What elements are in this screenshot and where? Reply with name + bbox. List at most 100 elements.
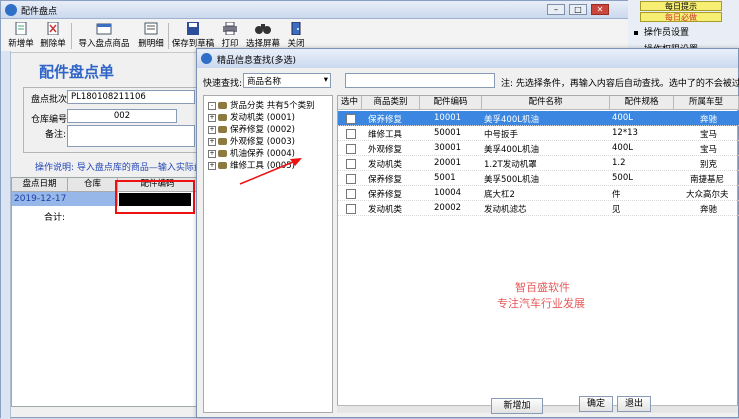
print-icon — [223, 22, 237, 35]
table-row[interactable]: 维修工具 50001 中号扳手 12*13 宝马 — [338, 126, 739, 141]
save-icon — [187, 22, 199, 35]
cell-spec: 500L — [612, 173, 633, 183]
howto-text: 操作说明: 导入盘点库的商品—输入实际盘 — [35, 163, 203, 173]
toolbar-select-screen-button[interactable]: 选择屏幕 — [245, 21, 281, 51]
row-checkbox[interactable] — [346, 144, 356, 154]
col-header-spec[interactable]: 配件规格 — [610, 96, 674, 110]
cell-spec: 件 — [612, 190, 621, 200]
cell-code: 30001 — [434, 143, 462, 153]
cell-car: 大众高尔夫 — [686, 190, 729, 200]
cell-spec: 见 — [612, 205, 621, 215]
bullet-icon — [634, 30, 638, 35]
toolbar-close-button[interactable]: 关闭 — [285, 21, 307, 51]
tree-item[interactable]: + 保养修复 (0002) — [208, 123, 295, 135]
toolbar-delete-detail-label: 删明细 — [138, 39, 164, 49]
tree-item[interactable]: + 外观修复 (0003) — [208, 135, 295, 147]
toolbar-import-button[interactable]: 导入盘点商品 — [75, 21, 133, 51]
cell-car: 南捷基尼 — [690, 175, 725, 185]
toolbar-new-label: 新增单 — [8, 39, 34, 49]
cell-category: 保养修复 — [368, 115, 403, 125]
batch-input[interactable]: PL180108211106 — [67, 90, 195, 104]
col-header-car[interactable]: 所属车型 — [674, 96, 739, 110]
cell-code: 10004 — [434, 188, 462, 198]
cell-name: 底大杠2 — [484, 190, 515, 200]
exit-button[interactable]: 退出 — [617, 396, 651, 412]
row-checkbox[interactable] — [346, 159, 356, 169]
expand-icon: + — [208, 137, 216, 146]
quick-search-select[interactable]: 商品名称 ▾ — [243, 73, 331, 88]
cell-car: 宝马 — [700, 130, 718, 140]
cell-category: 发动机类 — [368, 205, 403, 215]
tree-item[interactable]: + 发动机类 (0001) — [208, 111, 295, 123]
col-header-name[interactable]: 配件名称 — [482, 96, 610, 110]
cell-name: 美孚400L机油 — [484, 145, 539, 155]
daily-must-button[interactable]: 每日必做 — [640, 12, 722, 22]
table-row[interactable]: 发动机类 20002 发动机滤芯 见 奔驰 — [338, 201, 739, 216]
tree-item-label: 外观修复 (0003) — [230, 137, 295, 147]
cell-category: 保养修复 — [368, 190, 403, 200]
tree-root[interactable]: - 货品分类 共有5个类别 — [208, 99, 315, 111]
import-icon — [96, 23, 112, 35]
cell-car: 别克 — [700, 160, 718, 170]
window-close-button[interactable]: ✕ — [591, 4, 609, 15]
cell-name: 中号扳手 — [484, 130, 519, 140]
col-header-category[interactable]: 商品类别 — [362, 96, 420, 110]
part-code-cell[interactable] — [119, 193, 191, 206]
row-checkbox[interactable] — [346, 114, 356, 124]
cell-spec: 400L — [612, 143, 633, 153]
toolbar-print-button[interactable]: 打印 — [218, 21, 242, 51]
total-label: 合计: — [44, 213, 66, 223]
ok-button[interactable]: 确定 — [579, 396, 613, 412]
toolbar-save-button[interactable]: 保存到草稿 — [171, 21, 215, 51]
add-new-button[interactable]: 新增加 — [491, 398, 543, 414]
quick-search-label: 快速查找: — [203, 79, 243, 89]
batch-label: 盘点批次: — [31, 95, 71, 105]
expand-icon: + — [208, 113, 216, 122]
cell-name: 发动机滤芯 — [484, 205, 527, 215]
tree-root-label: 货品分类 共有5个类别 — [230, 101, 315, 111]
table-row[interactable]: 保养修复 10001 美孚400L机油 400L 奔驰 — [338, 111, 739, 126]
table-row[interactable]: 保养修复 10004 底大杠2 件 大众高尔夫 — [338, 186, 739, 201]
search-input[interactable] — [345, 73, 495, 88]
toolbar-new-button[interactable]: 新增单 — [7, 21, 35, 51]
folder-icon — [218, 114, 227, 121]
col-header-select[interactable]: 选中 — [338, 96, 362, 110]
cell-spec: 1.2 — [612, 158, 626, 168]
maximize-button[interactable]: □ — [569, 4, 587, 15]
folder-icon — [218, 126, 227, 133]
note-input[interactable] — [67, 125, 195, 147]
toolbar-delete-label: 删除单 — [40, 39, 66, 49]
row-checkbox[interactable] — [346, 174, 356, 184]
parts-search-dialog: 精品信息查找(多选) 快速查找: 商品名称 ▾ 注: 先选择条件，再输入内容后自… — [196, 48, 739, 418]
operator-settings-label: 操作员设置 — [644, 28, 690, 38]
cell-category: 维修工具 — [368, 130, 403, 140]
col-header-warehouse[interactable]: 仓库 — [68, 178, 118, 192]
cell-name: 1.2T发动机罩 — [484, 160, 537, 170]
table-row[interactable]: 2019-12-17 — [12, 192, 118, 206]
toolbar-delete-button[interactable]: 删除单 — [39, 21, 67, 51]
table-row[interactable]: 外观修复 30001 美孚400L机油 400L 宝马 — [338, 141, 739, 156]
col-header-code[interactable]: 配件编码 — [420, 96, 482, 110]
daily-tip-button[interactable]: 每日提示 — [640, 1, 722, 11]
category-tree: - 货品分类 共有5个类别 + 发动机类 (0001) + 保养修复 (0002) +… — [203, 95, 333, 413]
cell-category: 发动机类 — [368, 160, 403, 170]
table-row[interactable]: 发动机类 20001 1.2T发动机罩 1.2 别克 — [338, 156, 739, 171]
operator-settings-item[interactable]: 操作员设置 — [634, 25, 734, 38]
row-checkbox[interactable] — [346, 129, 356, 139]
form-title: 配件盘点单 — [39, 63, 115, 81]
cell-car: 奔驰 — [700, 205, 718, 215]
expand-icon: + — [208, 149, 216, 158]
cell-code: 20001 — [434, 158, 462, 168]
col-header-date[interactable]: 盘点日期 — [12, 178, 68, 192]
expand-icon: + — [208, 125, 216, 134]
cell-name: 美孚500L机油 — [484, 175, 539, 185]
cell-car: 奔驰 — [700, 115, 718, 125]
warehouse-input[interactable]: 002 — [67, 109, 177, 123]
main-window-title: 配件盘点 — [21, 7, 58, 17]
annotation-arrow — [239, 158, 302, 185]
row-checkbox[interactable] — [346, 204, 356, 214]
toolbar-delete-detail-button[interactable]: 删明细 — [136, 21, 166, 51]
minimize-button[interactable]: – — [547, 4, 565, 15]
row-checkbox[interactable] — [346, 189, 356, 199]
table-row[interactable]: 保养修复 5001 美孚500L机油 500L 南捷基尼 — [338, 171, 739, 186]
